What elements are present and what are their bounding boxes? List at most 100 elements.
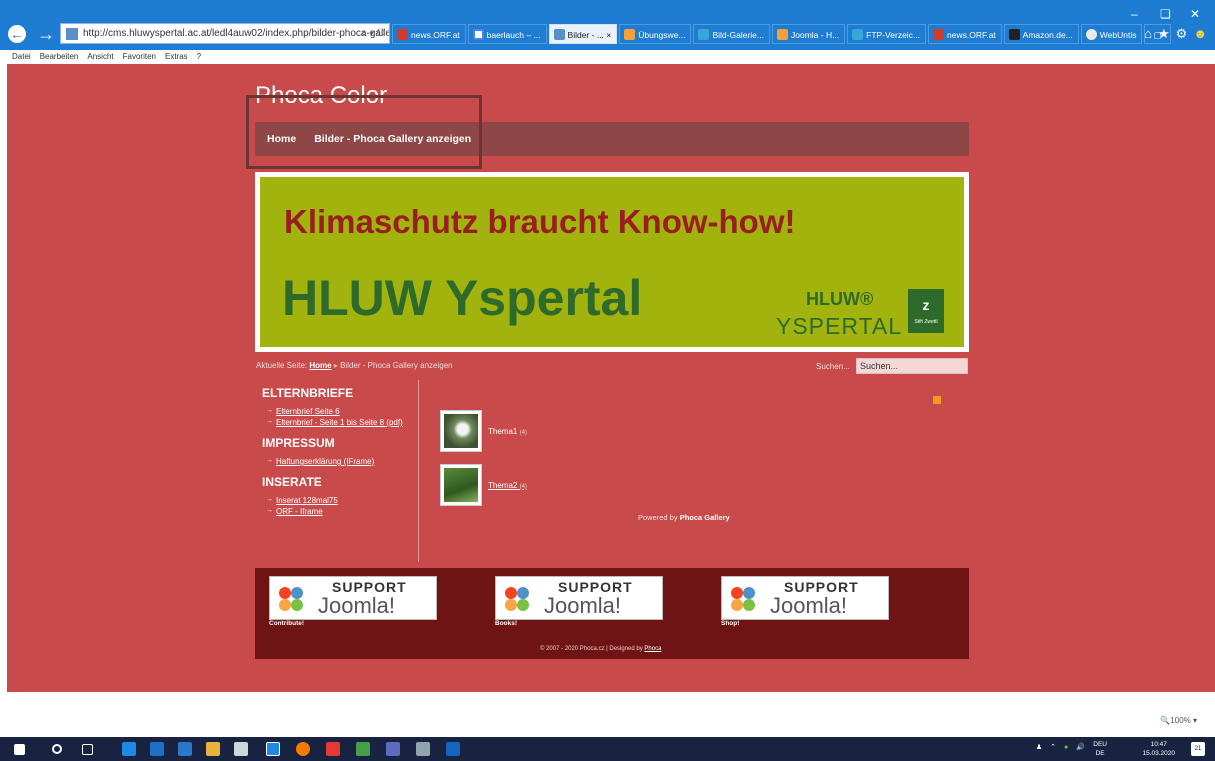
word-icon[interactable] (446, 742, 460, 756)
app-icon[interactable] (356, 742, 370, 756)
sidebar-divider (418, 380, 419, 562)
breadcrumb-separator: ▸ (333, 361, 338, 370)
menu-favoriten[interactable]: Favoriten (123, 50, 156, 64)
support-caption[interactable]: Contribute! (269, 620, 304, 627)
category-thumbnail[interactable] (440, 410, 482, 452)
category-thumbnail[interactable] (440, 464, 482, 506)
forward-arrow-icon[interactable]: → (36, 24, 56, 44)
sidebar-link[interactable]: Haftungserklärung (IFrame) (262, 457, 417, 466)
logo-letter: z (922, 297, 930, 313)
app-icon[interactable] (326, 742, 340, 756)
settings-gear-icon[interactable]: ⚙ (1176, 26, 1188, 42)
logo-caption: Stift Zwettl (914, 319, 938, 325)
copyright: © 2007 - 2020 Phoca.cz | Designed by Pho… (540, 646, 662, 652)
app-icon[interactable] (386, 742, 400, 756)
ie-icon (852, 29, 864, 40)
joomla-icon (624, 29, 636, 40)
favorites-star-icon[interactable]: ★ (1158, 26, 1170, 42)
support-joomla-banner[interactable]: SUPPORT Joomla! (721, 576, 889, 620)
tab-strip: news.ORF.at baerlauch – ... Bilder - ...… (392, 24, 1173, 44)
status-bar: 🔍100% ▾ (0, 692, 1215, 725)
minimize-icon[interactable]: – (1131, 7, 1138, 21)
phoca-link[interactable]: Phoca (644, 646, 661, 652)
breadcrumb-current: Bilder - Phoca Gallery anzeigen (340, 361, 453, 370)
support-joomla-banner[interactable]: SUPPORT Joomla! (495, 576, 663, 620)
tab-amazon[interactable]: Amazon.de... (1003, 24, 1079, 44)
zoom-control[interactable]: 🔍100% ▾ (1160, 716, 1197, 725)
volume-icon[interactable]: 🔊 (1076, 743, 1085, 751)
address-bar[interactable]: http://cms.hluwyspertal.ac.at/ledl4auw02… (60, 23, 390, 44)
sidebar-heading-elternbriefe: ELTERNBRIEFE (262, 386, 354, 400)
support-caption[interactable]: Books! (495, 620, 517, 627)
sidebar-link[interactable]: ORF - Iframe (262, 507, 417, 516)
chevron-up-icon[interactable]: ⌃ (1050, 743, 1056, 751)
address-controls-icon[interactable]: ⌕ ▾ ↻ (361, 24, 385, 43)
settings-icon[interactable] (234, 742, 248, 756)
network-icon[interactable]: ● (1064, 744, 1068, 751)
breadcrumb-prefix: Aktuelle Seite: (256, 361, 308, 370)
tab-uebungswe[interactable]: Übungswe... (619, 24, 692, 44)
support-caption[interactable]: Shop! (721, 620, 739, 627)
tab-joomla[interactable]: Joomla - H... (771, 24, 846, 44)
tab-bilder[interactable]: Bilder - ... × (548, 24, 618, 44)
breadcrumb-home-link[interactable]: Home (309, 361, 331, 370)
windows-taskbar: ♟ ⌃ ● 🔊 DEU DE 10:47 15.03.2020 21 (0, 737, 1215, 761)
joomla-logo-icon (731, 587, 755, 611)
people-icon[interactable]: ♟ (1036, 743, 1042, 751)
app-icon[interactable] (416, 742, 430, 756)
tab-bild-galerie[interactable]: Bild-Galerie... (693, 24, 770, 44)
folder-icon[interactable] (206, 742, 220, 756)
gallery-category: Thema1 (4) (440, 410, 527, 452)
category-link[interactable]: Thema1 (4) (488, 427, 527, 436)
address-url: http://cms.hluwyspertal.ac.at/ledl4auw02… (83, 28, 390, 39)
back-arrow-icon[interactable]: ← (8, 25, 26, 43)
firefox-icon[interactable] (296, 742, 310, 756)
gallery-category: Thema2 (4) (440, 464, 527, 506)
smiley-icon[interactable]: ☻ (1193, 26, 1207, 42)
tab-webuntis[interactable]: WebUntis (1080, 24, 1143, 44)
menu-extras[interactable]: Extras (165, 50, 188, 64)
task-view-icon[interactable] (82, 744, 93, 755)
menu-help[interactable]: ? (197, 50, 201, 64)
tab-ftp[interactable]: FTP-Verzeic... (847, 24, 927, 44)
clock[interactable]: 10:47 15.03.2020 (1142, 740, 1175, 758)
stift-zwettl-logo: z Stift Zwettl (908, 289, 944, 333)
highlight-annotation-box (246, 95, 482, 169)
tab-news-orf[interactable]: news.ORF.at (392, 24, 466, 44)
edge-icon[interactable] (122, 742, 136, 756)
menu-datei[interactable]: Datei (12, 50, 31, 64)
notification-center-icon[interactable]: 21 (1191, 742, 1205, 756)
outlook-icon[interactable] (150, 742, 164, 756)
rss-feed-icon[interactable] (933, 396, 941, 404)
sidebar-link[interactable]: Inserat 128mal75 (262, 496, 417, 505)
category-link[interactable]: Thema2 (4) (488, 481, 527, 490)
home-icon[interactable]: ⌂ (1144, 26, 1152, 42)
search-icon[interactable] (52, 744, 62, 754)
google-icon (472, 29, 484, 40)
tab-baerlauch[interactable]: baerlauch – ... (467, 24, 547, 44)
tab-news-orf-2[interactable]: news.ORF.at (928, 24, 1002, 44)
sidebar: ELTERNBRIEFE Elternbrief Seite 6 Elternb… (262, 386, 417, 525)
webuntis-icon (1085, 29, 1097, 40)
ie-icon[interactable] (266, 742, 280, 756)
support-joomla-banner[interactable]: SUPPORT Joomla! (269, 576, 437, 620)
app-icon[interactable] (178, 742, 192, 756)
logo-hluw: HLUW® (806, 289, 874, 309)
restore-icon[interactable]: ❏ (1160, 7, 1171, 21)
language-indicator[interactable]: DEU DE (1093, 740, 1107, 758)
flower-photo-icon (444, 414, 478, 448)
phoca-gallery-link[interactable]: Phoca Gallery (680, 513, 730, 522)
menu-ansicht[interactable]: Ansicht (87, 50, 113, 64)
menu-bearbeiten[interactable]: Bearbeiten (40, 50, 79, 64)
menu-bar: Datei Bearbeiten Ansicht Favoriten Extra… (0, 50, 1215, 64)
toolbar-icons: ⌂ ★ ⚙ ☻ (1144, 26, 1207, 42)
sidebar-link[interactable]: Elternbrief - Seite 1 bis Seite 8 (pdf) (262, 418, 417, 427)
powered-by: Powered by Phoca Gallery (638, 513, 730, 522)
search-input[interactable] (856, 358, 968, 374)
close-window-icon[interactable]: ✕ (1190, 7, 1200, 21)
sidebar-link[interactable]: Elternbrief Seite 6 (262, 407, 417, 416)
banner: Klimaschutz braucht Know-how! HLUW Ysper… (255, 172, 969, 352)
banner-headline: Klimaschutz braucht Know-how! (284, 203, 796, 240)
banner-image: Klimaschutz braucht Know-how! HLUW Ysper… (260, 177, 964, 347)
windows-start-icon[interactable] (14, 744, 25, 755)
